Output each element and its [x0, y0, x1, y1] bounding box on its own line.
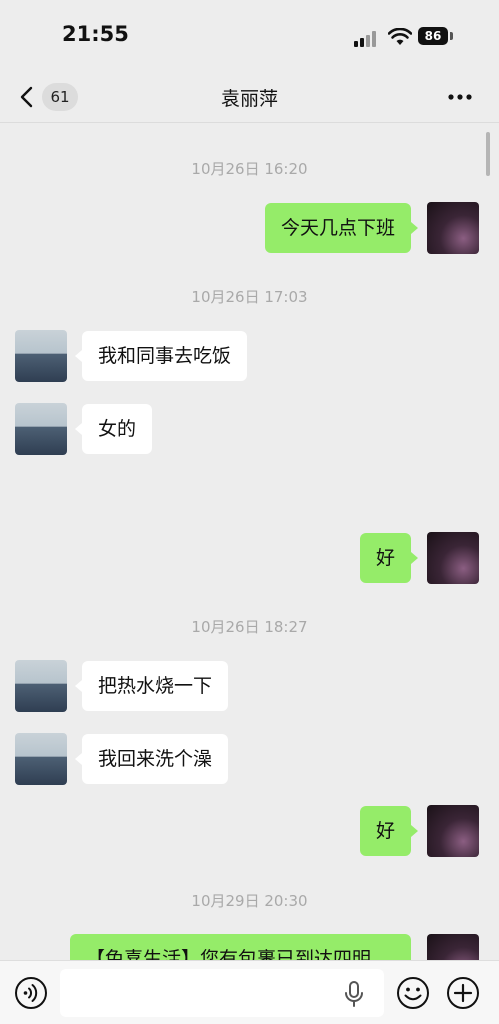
- timestamp: 10月26日 16:20: [191, 160, 308, 178]
- wifi-icon: [388, 28, 412, 45]
- bubble-tail: [75, 423, 82, 435]
- bubble-tail: [75, 350, 82, 362]
- avatar-contact[interactable]: [15, 660, 67, 712]
- chat-title: 袁丽萍: [220, 88, 278, 110]
- message-bubble-sent[interactable]: 好: [359, 533, 411, 583]
- chat-screen: 21:55 86 61 袁丽萍 10月26日 16:20 今天几点下班 10月2…: [0, 0, 499, 1024]
- status-time: 21:55: [62, 22, 129, 46]
- nav-bar: 61 袁丽萍: [0, 72, 499, 123]
- timestamp: 10月26日 17:03: [191, 288, 308, 306]
- input-bar: [0, 960, 499, 1024]
- message-bubble-sent[interactable]: 今天几点下班: [264, 203, 411, 253]
- voice-mode-icon[interactable]: [14, 976, 48, 1010]
- bubble-tail: [75, 753, 82, 765]
- emoji-icon[interactable]: [396, 976, 430, 1010]
- avatar-me[interactable]: [427, 202, 479, 254]
- battery-icon: 86: [418, 27, 448, 45]
- battery-tip: [450, 32, 453, 40]
- message-bubble-received[interactable]: 我和同事去吃饭: [82, 331, 248, 381]
- bubble-tail: [411, 222, 418, 234]
- battery-level: 86: [424, 29, 442, 43]
- message-bubble-sent[interactable]: 好: [359, 806, 411, 856]
- message-input[interactable]: [60, 969, 384, 1017]
- bubble-tail: [75, 680, 82, 692]
- avatar-me[interactable]: [427, 805, 479, 857]
- timestamp: 10月26日 18:27: [191, 618, 308, 636]
- bubble-tail: [411, 552, 418, 564]
- plus-icon[interactable]: [446, 976, 480, 1010]
- bubble-tail: [411, 825, 418, 837]
- message-bubble-received[interactable]: 女的: [82, 404, 153, 454]
- more-icon[interactable]: [447, 90, 473, 104]
- avatar-contact[interactable]: [15, 403, 67, 455]
- avatar-me[interactable]: [427, 532, 479, 584]
- timestamp: 10月29日 20:30: [191, 892, 308, 910]
- status-bar: 21:55 86: [0, 0, 499, 72]
- message-bubble-received[interactable]: 我回来洗个澡: [82, 734, 229, 784]
- avatar-contact[interactable]: [15, 330, 67, 382]
- avatar-contact[interactable]: [15, 733, 67, 785]
- signal-icon: [354, 31, 378, 47]
- microphone-icon[interactable]: [344, 981, 364, 1007]
- message-bubble-received[interactable]: 把热水烧一下: [82, 661, 229, 711]
